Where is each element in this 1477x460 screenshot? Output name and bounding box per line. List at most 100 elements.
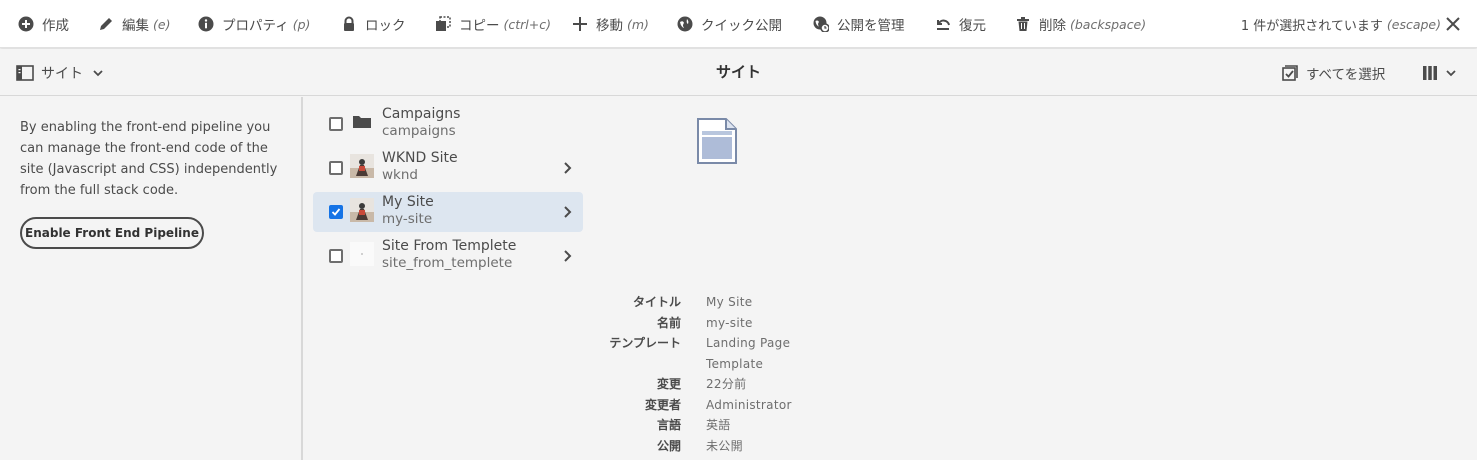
meta-value: 未公開 xyxy=(706,438,743,453)
edit-shortcut: (e) xyxy=(153,16,171,32)
meta-label: タイトル xyxy=(632,295,681,309)
site-thumbnail xyxy=(350,198,374,222)
delete-label: 削除 xyxy=(1039,18,1066,34)
select-all-label: すべてを選択 xyxy=(1306,66,1386,83)
quick-publish-label: クイック公開 xyxy=(701,18,782,34)
enable-front-end-pipeline-button[interactable]: Enable Front End Pipeline xyxy=(20,217,204,249)
meta-label: 公開 xyxy=(656,438,681,453)
trash-icon xyxy=(1015,16,1031,32)
manage-publication-label: 公開を管理 xyxy=(837,18,905,34)
copy-button[interactable]: コピー (ctrl+c) xyxy=(435,0,551,48)
undo-icon xyxy=(935,16,951,32)
meta-label: 変更者 xyxy=(644,397,681,412)
meta-value: 22分前 xyxy=(706,377,747,391)
folder-icon xyxy=(353,116,371,128)
item-title: WKND Site xyxy=(382,150,458,166)
item-title: My Site xyxy=(382,194,434,210)
meta-row-modified: 変更 22分前 xyxy=(560,374,920,395)
rail-toggle-label: サイト xyxy=(41,65,83,82)
item-checkbox[interactable] xyxy=(329,249,343,263)
meta-label: 名前 xyxy=(656,315,681,330)
chevron-right-icon[interactable] xyxy=(560,249,574,263)
meta-value: Landing Page Template xyxy=(706,336,791,371)
site-thumbnail xyxy=(350,154,374,178)
pencil-icon xyxy=(98,16,114,32)
list-item[interactable]: My Site my-site xyxy=(313,192,583,232)
restore-button[interactable]: 復元 xyxy=(935,0,986,48)
create-button[interactable]: 作成 xyxy=(18,0,69,48)
page-icon xyxy=(697,118,737,164)
globe-icon xyxy=(677,16,693,32)
meta-row-published: 公開 未公開 xyxy=(560,436,920,457)
close-icon[interactable] xyxy=(1445,16,1461,32)
preview-metadata: タイトル My Site 名前 my-site テンプレート Landing P… xyxy=(560,292,920,456)
action-bar: 作成 編集 (e) プロパティ (p) ロック コピー (ctrl+c) 移動 … xyxy=(0,0,1477,48)
view-switcher[interactable] xyxy=(1422,49,1457,96)
left-rail: By enabling the front-end pipeline you c… xyxy=(0,97,303,460)
blank-thumbnail xyxy=(350,242,374,266)
column-view-icon xyxy=(1423,65,1437,80)
selection-shortcut: (escape) xyxy=(1386,16,1441,32)
item-title: Campaigns xyxy=(382,106,461,122)
copy-label: コピー xyxy=(459,18,500,34)
column-view: Campaigns campaigns WKND Site wknd My Si… xyxy=(305,97,590,460)
manage-publication-button[interactable]: 公開を管理 xyxy=(813,0,905,48)
rail-icon xyxy=(16,64,34,81)
edit-button[interactable]: 編集 (e) xyxy=(98,0,170,48)
meta-row-language: 言語 英語 xyxy=(560,415,920,436)
item-name: site_from_templete xyxy=(382,255,513,271)
select-all-icon xyxy=(1282,64,1298,81)
properties-shortcut: (p) xyxy=(292,16,311,32)
item-checkbox[interactable] xyxy=(329,161,343,175)
add-circle-icon xyxy=(18,16,34,32)
meta-value: 英語 xyxy=(706,418,731,432)
lock-label: ロック xyxy=(365,18,406,34)
copy-shortcut: (ctrl+c) xyxy=(503,16,552,32)
page-title: サイト xyxy=(715,63,761,81)
lock-button[interactable]: ロック xyxy=(341,0,406,48)
meta-label: テンプレート xyxy=(609,336,681,350)
meta-row-name: 名前 my-site xyxy=(560,313,920,334)
meta-row-title: タイトル My Site xyxy=(560,292,920,313)
check-icon xyxy=(331,208,341,216)
edit-label: 編集 xyxy=(122,18,149,34)
rail-description: By enabling the front-end pipeline you c… xyxy=(20,120,278,198)
item-checkbox[interactable] xyxy=(329,117,343,131)
delete-button[interactable]: 削除 (backspace) xyxy=(1015,0,1146,48)
meta-label: 変更 xyxy=(656,377,681,391)
meta-value: My Site xyxy=(706,295,753,309)
properties-label: プロパティ xyxy=(222,18,289,34)
selection-status: 1 件が選択されています (escape) xyxy=(1241,0,1441,48)
meta-row-template: テンプレート Landing Page Template xyxy=(560,333,920,374)
chevron-right-icon[interactable] xyxy=(560,205,574,219)
move-label: 移動 xyxy=(596,18,623,34)
meta-value: Administrator xyxy=(706,397,792,412)
rail-toggle-button[interactable]: サイト xyxy=(16,49,111,96)
move-button[interactable]: 移動 (m) xyxy=(572,0,649,48)
item-checkbox[interactable] xyxy=(329,205,343,219)
chevron-down-icon xyxy=(1446,69,1456,76)
quick-publish-button[interactable]: クイック公開 xyxy=(677,0,782,48)
list-item[interactable]: Campaigns campaigns xyxy=(313,104,583,144)
item-name: wknd xyxy=(382,167,418,183)
delete-shortcut: (backspace) xyxy=(1070,16,1147,32)
item-name: my-site xyxy=(382,211,433,227)
item-title: Site From Templete xyxy=(382,238,517,254)
item-name: campaigns xyxy=(382,123,456,139)
list-item[interactable]: Site From Templete site_from_templete xyxy=(313,236,583,276)
content-header: サイト サイト すべてを選択 xyxy=(0,49,1477,96)
meta-value: my-site xyxy=(706,315,753,330)
lock-icon xyxy=(341,16,357,32)
list-item[interactable]: WKND Site wknd xyxy=(313,148,583,188)
globe-clock-icon xyxy=(813,16,829,32)
select-all-button[interactable]: すべてを選択 xyxy=(1282,49,1385,96)
move-icon xyxy=(572,16,588,32)
chevron-right-icon[interactable] xyxy=(560,161,574,175)
copy-icon xyxy=(435,16,451,32)
info-icon xyxy=(198,16,214,32)
meta-label: 言語 xyxy=(656,418,681,432)
chevron-down-icon xyxy=(93,69,103,76)
selection-count: 1 件が選択されています xyxy=(1240,18,1383,34)
create-label: 作成 xyxy=(42,18,69,34)
properties-button[interactable]: プロパティ (p) xyxy=(198,0,310,48)
